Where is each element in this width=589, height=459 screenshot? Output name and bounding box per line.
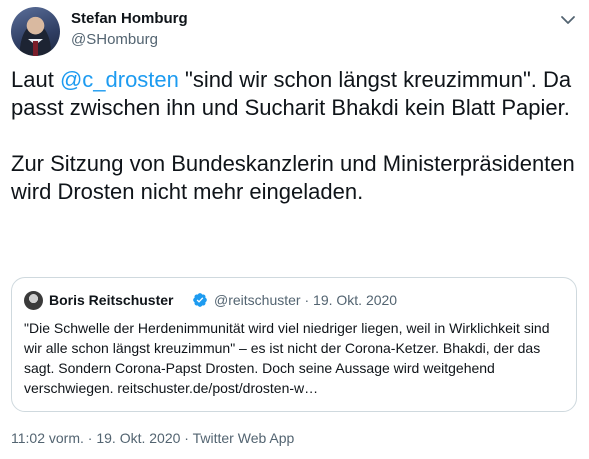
quoted-tweet[interactable]: Boris Reitschuster @reitschuster · 19. O… <box>11 277 577 412</box>
quoted-meta: @reitschuster · 19. Okt. 2020 <box>214 292 397 308</box>
mention-link[interactable]: @c_drosten <box>60 67 179 92</box>
quoted-author-name: Boris Reitschuster <box>49 292 174 308</box>
author-avatar[interactable] <box>11 7 60 56</box>
quoted-meta-separator: · <box>304 292 310 308</box>
quoted-text: "Die Schwelle der Herdenimmunität wird v… <box>24 320 550 396</box>
author-handle[interactable]: @SHomburg <box>71 31 158 48</box>
tweet-text-before: Laut <box>11 67 60 92</box>
avatar-tie <box>33 41 38 56</box>
tweet-time[interactable]: 11:02 vorm. <box>11 430 84 446</box>
verified-badge-icon <box>193 293 207 307</box>
chevron-down-icon[interactable] <box>560 14 576 26</box>
quoted-date: 19. Okt. 2020 <box>313 292 398 308</box>
quoted-author-avatar <box>24 291 43 310</box>
author-name[interactable]: Stefan Homburg <box>71 10 188 27</box>
quoted-author-handle: @reitschuster <box>214 292 301 308</box>
footer-separator-1: · <box>87 430 93 446</box>
tweet-source[interactable]: Twitter Web App <box>193 430 295 446</box>
tweet-footer: 11:02 vorm. · 19. Okt. 2020 · Twitter We… <box>11 430 294 446</box>
footer-separator-2: · <box>184 430 189 446</box>
tweet-date[interactable]: 19. Okt. 2020 <box>96 430 180 446</box>
tweet-text: Laut @c_drosten "sind wir schon längst k… <box>11 66 581 206</box>
